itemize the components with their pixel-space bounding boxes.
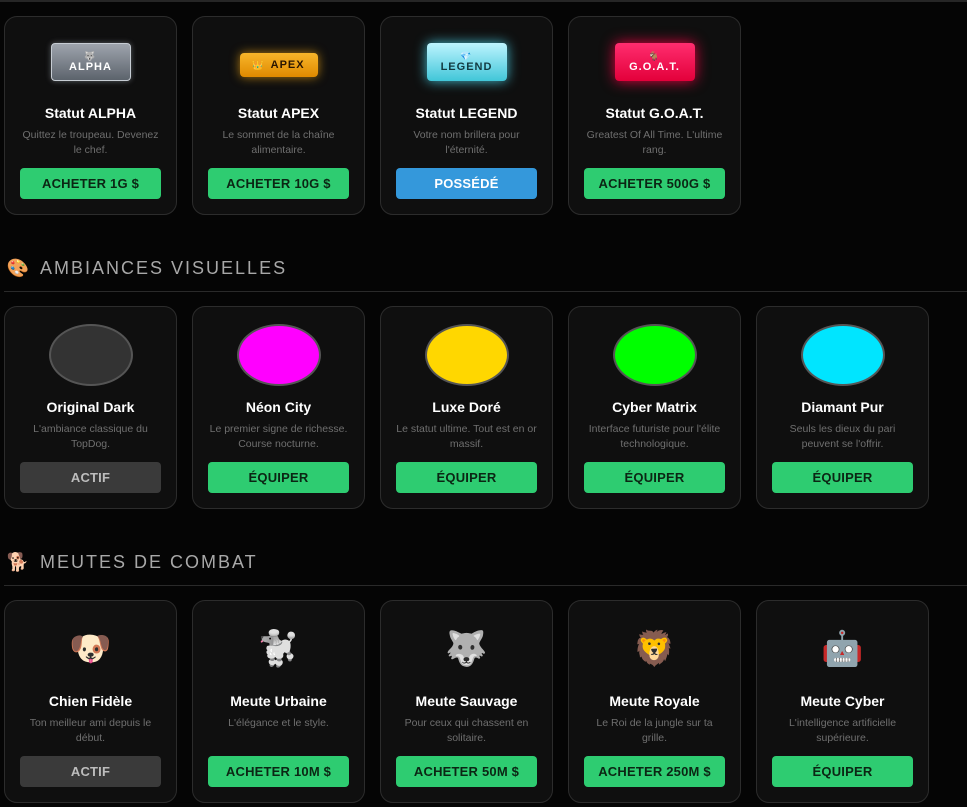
- lion-icon: 🦁: [633, 630, 676, 668]
- status-shop-row: 🐺 ALPHA Statut ALPHA Quittez le troupeau…: [4, 16, 741, 215]
- pack-card-chien-fidele: 🐶 Chien Fidèle Ton meilleur ami depuis l…: [4, 600, 177, 803]
- buy-meute-sauvage-button[interactable]: ACHETER 50M $: [396, 756, 537, 787]
- pack-card-meute-urbaine: 🐩 Meute Urbaine L'élégance et le style. …: [192, 600, 365, 803]
- packs-row: 🐶 Chien Fidèle Ton meilleur ami depuis l…: [4, 600, 929, 803]
- legend-badge: 💎 LEGEND: [426, 43, 507, 81]
- buy-alpha-button[interactable]: ACHETER 1G $: [20, 168, 161, 199]
- equip-luxe-dore-button[interactable]: ÉQUIPER: [396, 462, 537, 493]
- card-description: Le Roi de la jungle sur ta grille.: [596, 717, 713, 744]
- theme-swatch: [800, 324, 885, 386]
- buy-apex-button[interactable]: ACHETER 10G $: [208, 168, 349, 199]
- packs-section-heading: 🐕 MEUTES DE COMBAT: [6, 552, 258, 573]
- equip-meute-cyber-button[interactable]: ÉQUIPER: [772, 756, 913, 787]
- card-description: Le premier signe de richesse. Course noc…: [209, 423, 348, 450]
- theme-swatch: [424, 324, 509, 386]
- theme-card-luxe-dore: Luxe Doré Le statut ultime. Tout est en …: [380, 306, 553, 509]
- card-description: Seuls les dieux du pari peuvent se l'off…: [789, 423, 896, 450]
- card-description: L'intelligence artificielle supérieure.: [788, 717, 897, 744]
- themes-row: Original Dark L'ambiance classique du To…: [4, 306, 929, 509]
- alpha-badge: 🐺 ALPHA: [50, 43, 131, 81]
- buy-meute-urbaine-button[interactable]: ACHETER 10M $: [208, 756, 349, 787]
- theme-card-original-dark: Original Dark L'ambiance classique du To…: [4, 306, 177, 509]
- goat-badge: 🐐 G.O.A.T.: [614, 43, 695, 81]
- card-description: Votre nom brillera pour l'éternité.: [413, 129, 520, 156]
- goat-icon: 🐐: [648, 51, 661, 61]
- section-title: MEUTES DE COMBAT: [40, 552, 258, 572]
- card-title: Meute Royale: [609, 693, 700, 709]
- card-description: Ton meilleur ami depuis le début.: [29, 717, 152, 744]
- wolf-icon: 🐺: [84, 51, 97, 61]
- card-description: Le statut ultime. Tout est en or massif.: [396, 423, 537, 450]
- section-divider: [4, 291, 967, 292]
- section-divider: [4, 585, 967, 586]
- card-description: L'élégance et le style.: [228, 717, 329, 729]
- pack-card-meute-royale: 🦁 Meute Royale Le Roi de la jungle sur t…: [568, 600, 741, 803]
- themes-section-heading: 🎨 AMBIANCES VISUELLES: [6, 258, 287, 279]
- card-title: Luxe Doré: [432, 399, 501, 415]
- section-title: AMBIANCES VISUELLES: [40, 258, 288, 278]
- card-description: Le sommet de la chaîne alimentaire.: [222, 129, 335, 156]
- status-card-legend: 💎 LEGEND Statut LEGEND Votre nom briller…: [380, 16, 553, 215]
- card-title: Statut LEGEND: [415, 105, 518, 121]
- card-title: Chien Fidèle: [48, 693, 133, 709]
- palette-icon: 🎨: [6, 258, 30, 278]
- card-title: Meute Urbaine: [230, 693, 327, 709]
- active-theme-button[interactable]: ACTIF: [20, 462, 161, 493]
- apex-badge: 👑 APEX: [239, 53, 318, 77]
- card-title: Statut G.O.A.T.: [605, 105, 704, 121]
- pack-card-meute-cyber: 🤖 Meute Cyber L'intelligence artificiell…: [756, 600, 929, 803]
- badge-label: G.O.A.T.: [629, 61, 680, 73]
- wolf-icon: 🐺: [445, 630, 488, 668]
- equip-diamant-pur-button[interactable]: ÉQUIPER: [772, 462, 913, 493]
- equip-cyber-matrix-button[interactable]: ÉQUIPER: [584, 462, 725, 493]
- theme-swatch: [612, 324, 697, 386]
- status-card-alpha: 🐺 ALPHA Statut ALPHA Quittez le troupeau…: [4, 16, 177, 215]
- badge-label: ALPHA: [69, 61, 112, 73]
- equip-neon-city-button[interactable]: ÉQUIPER: [208, 462, 349, 493]
- theme-swatch: [236, 324, 321, 386]
- badge-label: LEGEND: [440, 61, 493, 73]
- card-title: Meute Sauvage: [415, 693, 518, 709]
- dog-icon: 🐕: [6, 552, 30, 572]
- card-description: Pour ceux qui chassent en solitaire.: [404, 717, 529, 744]
- card-title: Statut APEX: [237, 105, 320, 121]
- card-description: Quittez le troupeau. Devenez le chef.: [22, 129, 159, 156]
- card-title: Meute Cyber: [800, 693, 885, 709]
- card-description: Interface futuriste pour l'élite technol…: [588, 423, 721, 450]
- theme-card-cyber-matrix: Cyber Matrix Interface futuriste pour l'…: [568, 306, 741, 509]
- pack-card-meute-sauvage: 🐺 Meute Sauvage Pour ceux qui chassent e…: [380, 600, 553, 803]
- diamond-icon: 💎: [460, 51, 473, 61]
- robot-icon: 🤖: [821, 630, 864, 668]
- theme-swatch: [48, 324, 133, 386]
- card-title: Original Dark: [46, 399, 135, 415]
- card-title: Cyber Matrix: [612, 399, 697, 415]
- status-card-goat: 🐐 G.O.A.T. Statut G.O.A.T. Greatest Of A…: [568, 16, 741, 215]
- buy-goat-button[interactable]: ACHETER 500G $: [584, 168, 725, 199]
- theme-card-neon-city: Néon City Le premier signe de richesse. …: [192, 306, 365, 509]
- crown-icon: 👑: [252, 60, 265, 70]
- card-title: Néon City: [245, 399, 312, 415]
- poodle-icon: 🐩: [257, 630, 300, 668]
- theme-card-diamant-pur: Diamant Pur Seuls les dieux du pari peuv…: [756, 306, 929, 509]
- status-card-apex: 👑 APEX Statut APEX Le sommet de la chaîn…: [192, 16, 365, 215]
- card-title: Diamant Pur: [801, 399, 884, 415]
- active-pack-button[interactable]: ACTIF: [20, 756, 161, 787]
- badge-label: APEX: [270, 59, 305, 71]
- buy-meute-royale-button[interactable]: ACHETER 250M $: [584, 756, 725, 787]
- top-divider: [0, 0, 967, 2]
- owned-legend-button[interactable]: POSSÉDÉ: [396, 168, 537, 199]
- card-description: Greatest Of All Time. L'ultime rang.: [586, 129, 723, 156]
- dog-face-icon: 🐶: [69, 630, 112, 668]
- card-description: L'ambiance classique du TopDog.: [33, 423, 148, 450]
- card-title: Statut ALPHA: [44, 105, 137, 121]
